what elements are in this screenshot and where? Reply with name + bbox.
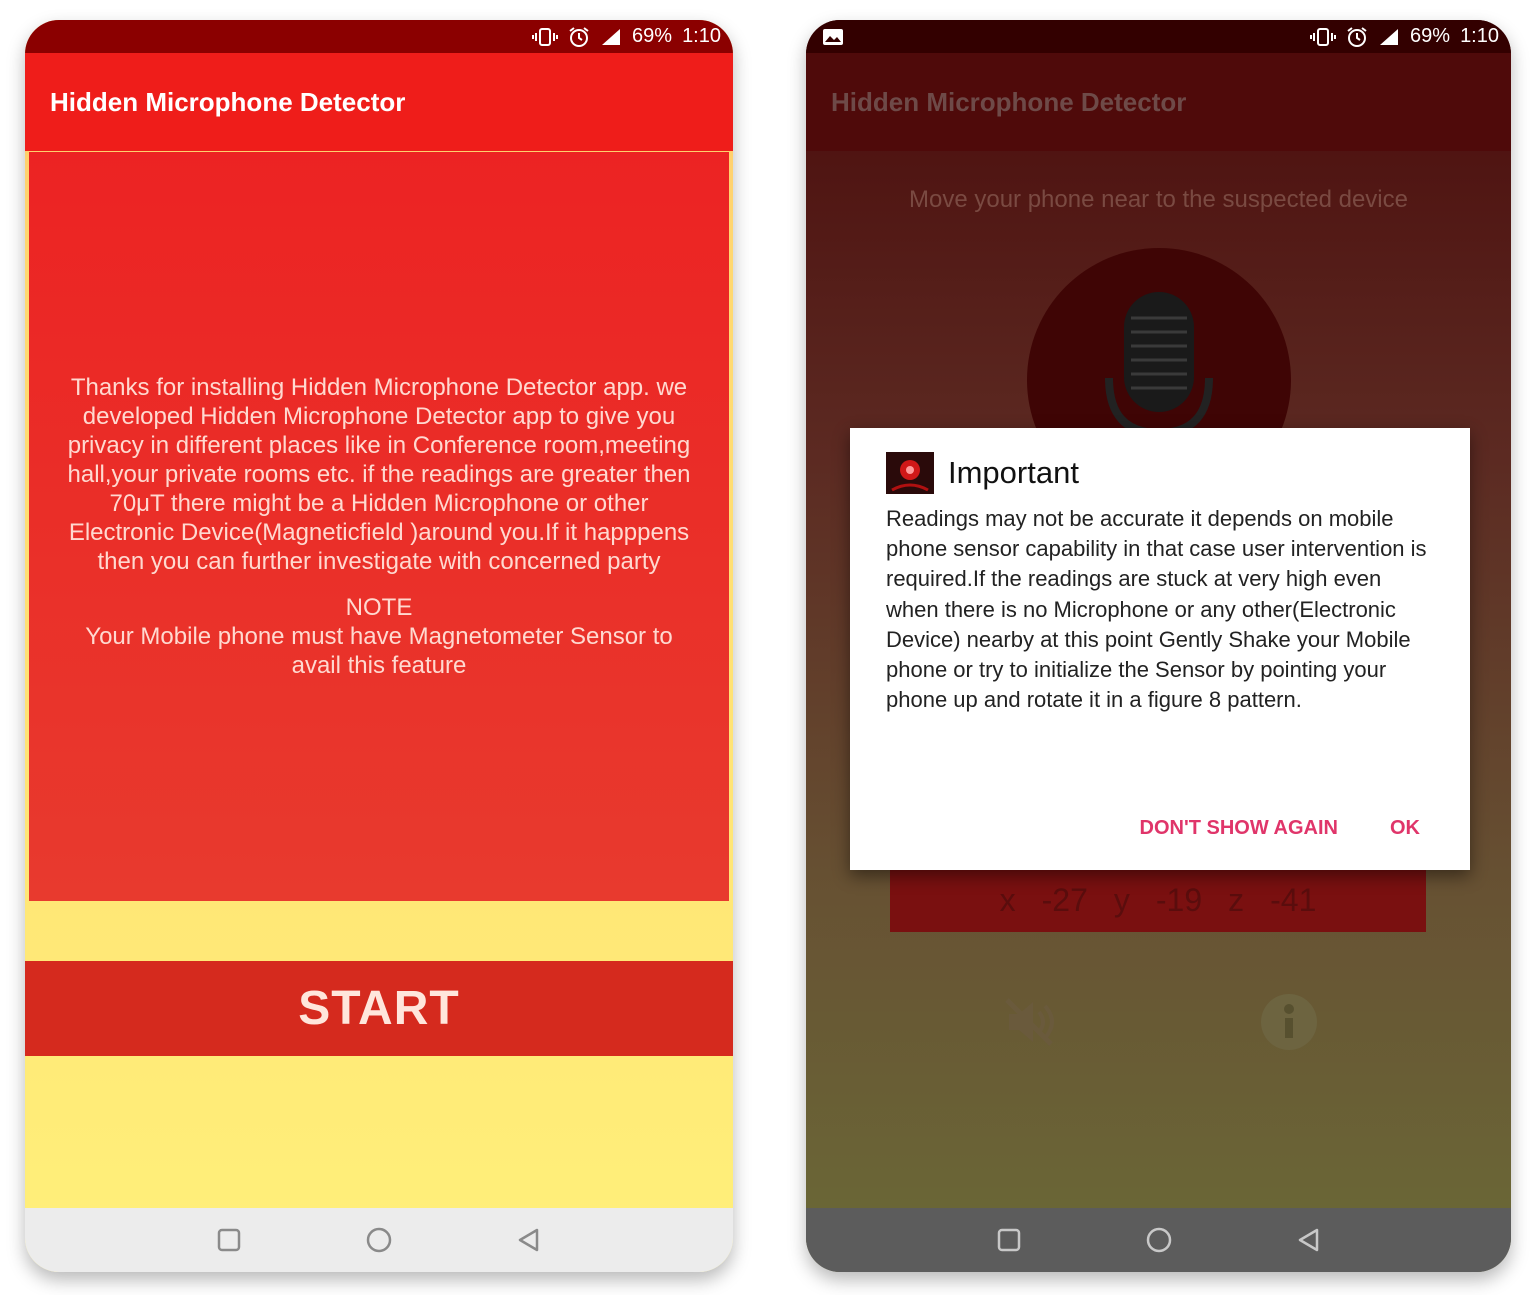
x-value: -27 (1041, 881, 1088, 918)
dialog-actions: DON'T SHOW AGAIN OK (1140, 817, 1420, 840)
note-title: NOTE (345, 594, 413, 621)
back-button[interactable] (509, 1220, 549, 1260)
status-bar: 69% 1:10 (806, 20, 1511, 53)
start-button[interactable]: START (25, 961, 733, 1056)
x-label: x (999, 881, 1016, 918)
navigation-bar (806, 1208, 1511, 1272)
dont-show-again-button[interactable]: DON'T SHOW AGAIN (1140, 817, 1338, 840)
home-button[interactable] (1139, 1220, 1179, 1260)
app-toolbar: Hidden Microphone Detector (806, 53, 1511, 151)
intro-text: Thanks for installing Hidden Microphone … (67, 374, 691, 575)
battery-percent: 69% (1410, 25, 1451, 47)
navigation-bar (25, 1208, 733, 1272)
app-toolbar: Hidden Microphone Detector (25, 53, 733, 151)
important-dialog: Important Readings may not be accurate i… (850, 428, 1470, 870)
alarm-icon (1347, 26, 1367, 47)
hint-text: Move your phone near to the suspected de… (909, 186, 1408, 213)
back-button[interactable] (1289, 1220, 1329, 1260)
home-button[interactable] (359, 1220, 399, 1260)
status-bar: 69% 1:10 (25, 20, 733, 53)
app-icon (886, 452, 934, 494)
vibrate-icon (1310, 27, 1337, 46)
home-icon (366, 1227, 392, 1253)
dialog-message: Readings may not be accurate it depends … (886, 506, 1427, 713)
app-title: Hidden Microphone Detector (831, 86, 1187, 117)
dialog-title: Important (948, 455, 1079, 490)
clock: 1:10 (1460, 25, 1499, 47)
signal-icon (602, 28, 621, 45)
recents-button[interactable] (989, 1220, 1029, 1260)
ok-button[interactable]: OK (1390, 817, 1420, 840)
dialog-header: Important (886, 452, 1434, 494)
phone-left-screen: 69% 1:10 Hidden Microphone Detector Than… (25, 20, 733, 1272)
battery-percent: 69% (632, 25, 673, 47)
recents-icon (217, 1228, 241, 1252)
vibrate-icon (532, 27, 559, 46)
z-value: -41 (1270, 881, 1317, 918)
clock: 1:10 (682, 25, 721, 47)
signal-icon (1380, 28, 1399, 45)
recents-icon (997, 1228, 1020, 1252)
app-title: Hidden Microphone Detector (50, 86, 406, 117)
note-text: Your Mobile phone must have Magnetometer… (85, 623, 673, 679)
status-icons: 69% 1:10 (532, 25, 721, 48)
mute-icon (1004, 998, 1054, 1046)
home-icon (1146, 1227, 1171, 1253)
back-icon (518, 1228, 539, 1252)
info-icon (1260, 994, 1317, 1050)
status-icons: 69% 1:10 (1310, 25, 1499, 48)
image-notification-icon (823, 28, 843, 45)
mute-button[interactable] (997, 990, 1061, 1054)
intro-card: Thanks for installing Hidden Microphone … (29, 152, 729, 901)
back-icon (1298, 1228, 1318, 1252)
alarm-icon (569, 26, 589, 47)
sensor-readings: x -27 y -19 z -41 (890, 868, 1426, 932)
recents-button[interactable] (209, 1220, 249, 1260)
y-label: y (1113, 881, 1130, 918)
control-row (806, 990, 1511, 1054)
info-button[interactable] (1257, 990, 1321, 1054)
z-label: z (1228, 881, 1245, 918)
phone-right-screen: 69% 1:10 Hidden Microphone Detector Move… (806, 20, 1511, 1272)
y-value: -19 (1155, 881, 1203, 918)
